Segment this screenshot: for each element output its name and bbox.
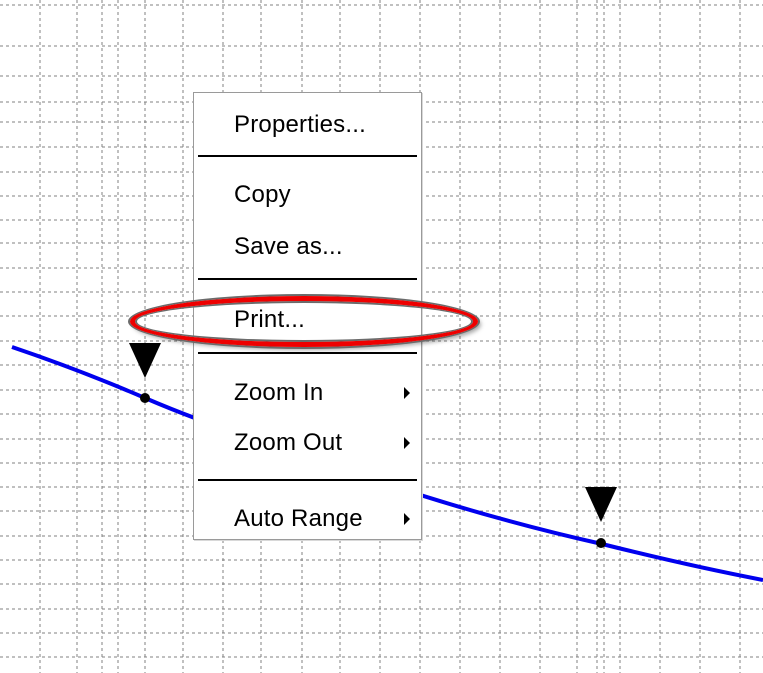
marker-point [596, 538, 606, 548]
menu-item-label: Properties... [234, 111, 366, 138]
menu-item-properties[interactable]: Properties... [194, 105, 421, 145]
menu-item-label: Zoom In [234, 379, 324, 406]
triangle-down-icon [585, 487, 617, 522]
marker-point [140, 393, 150, 403]
menu-separator [198, 479, 417, 481]
triangle-down-icon [129, 343, 161, 378]
menu-item-label: Zoom Out [234, 429, 343, 456]
menu-item-auto-range[interactable]: Auto Range [194, 499, 421, 539]
menu-item-zoom-in[interactable]: Zoom In [194, 373, 421, 413]
menu-separator [198, 278, 417, 280]
menu-item-label: Print... [234, 306, 305, 333]
menu-item-print[interactable]: Print... [194, 300, 421, 340]
menu-item-save-as[interactable]: Save as... [194, 227, 421, 267]
menu-item-zoom-out[interactable]: Zoom Out [194, 423, 421, 463]
context-menu: Properties... Copy Save as... Print... Z… [193, 92, 422, 540]
chevron-right-icon [404, 513, 410, 525]
menu-item-label: Auto Range [234, 505, 363, 532]
chevron-right-icon [404, 387, 410, 399]
menu-separator [198, 352, 417, 354]
menu-item-label: Copy [234, 181, 291, 208]
marker-2[interactable] [585, 487, 617, 548]
menu-item-label: Save as... [234, 233, 343, 260]
chevron-right-icon [404, 437, 410, 449]
menu-separator [198, 155, 417, 157]
menu-item-copy[interactable]: Copy [194, 175, 421, 215]
